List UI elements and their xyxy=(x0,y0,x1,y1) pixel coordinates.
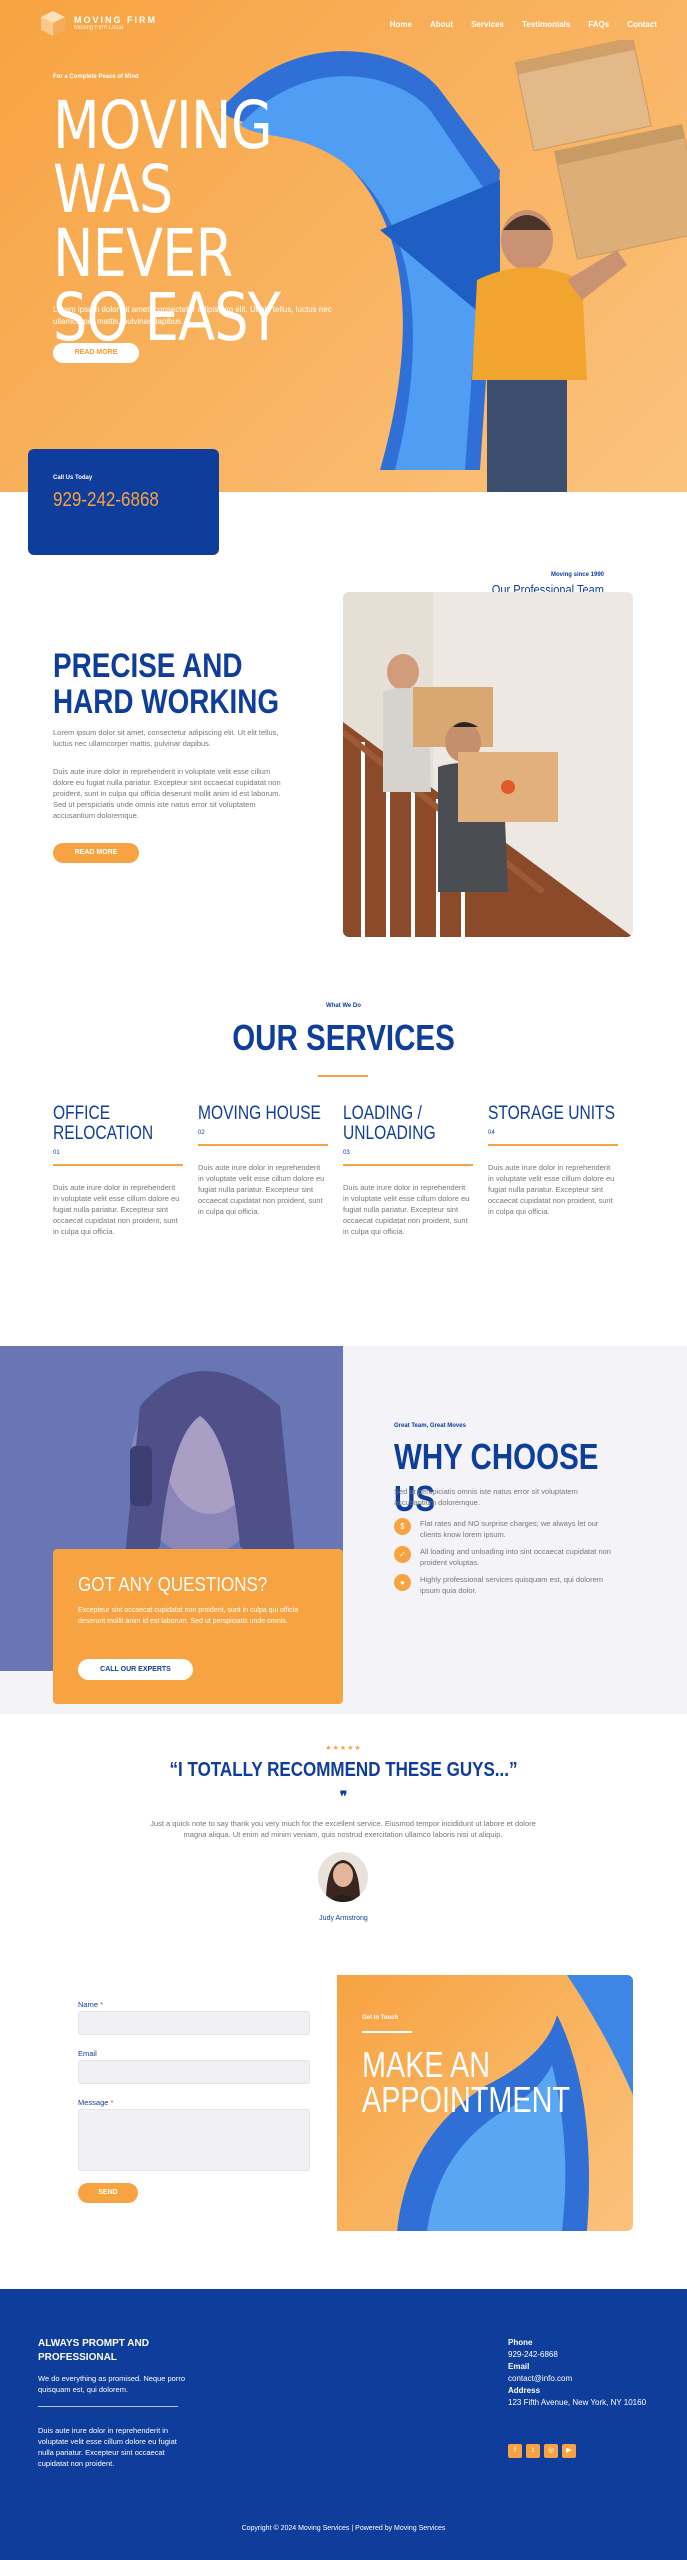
dollar-icon: $ xyxy=(394,1518,411,1535)
service-title: OFFICE RELOCATION xyxy=(53,1103,154,1144)
youtube-icon[interactable]: ▶ xyxy=(562,2444,576,2458)
why-eyebrow: Great Team, Great Moves xyxy=(394,1423,466,1429)
footer-title: ALWAYS PROMPT AND PROFESSIONAL xyxy=(38,2338,149,2363)
hero-mover-image xyxy=(472,40,687,492)
brand-tagline: Moving Firm Local xyxy=(74,25,124,31)
service-description: Duis aute irure dolor in reprehenderit i… xyxy=(198,1163,325,1216)
service-description: Duis aute irure dolor in reprehenderit i… xyxy=(53,1183,180,1236)
why-item: $ Flat rates and NO surprise charges; we… xyxy=(394,1518,614,1540)
user-icon: ● xyxy=(394,1574,411,1591)
check-icon: ✓ xyxy=(394,1546,411,1563)
hero-eyebrow: For a Complete Peace of Mind xyxy=(53,74,139,80)
twitter-icon[interactable]: t xyxy=(526,2444,540,2458)
service-divider xyxy=(488,1144,618,1146)
why-item-text: All loading and unloading into sint occa… xyxy=(420,1547,611,1567)
logo-box-icon xyxy=(41,11,65,36)
hero-section: MOVING FIRM Moving Firm Local Home About… xyxy=(0,0,687,492)
footer-divider xyxy=(38,2406,178,2407)
service-number: 04 xyxy=(488,1130,495,1136)
service-number: 02 xyxy=(198,1130,205,1136)
testimonial-text: Just a quick note to say thank you very … xyxy=(150,1819,536,1839)
call-experts-button[interactable]: CALL OUR EXPERTS xyxy=(78,1659,193,1680)
name-field[interactable] xyxy=(78,2011,310,2035)
main-nav: Home About Services Testimonials FAQs Co… xyxy=(390,20,657,29)
service-title: MOVING HOUSE xyxy=(198,1103,321,1124)
appointment-divider xyxy=(362,2031,412,2033)
brand-name: MOVING FIRM xyxy=(74,15,157,25)
footer-phone-label: Phone xyxy=(508,2338,533,2347)
service-divider xyxy=(198,1144,328,1146)
about-paragraph-2: Duis aute irure dolor in reprehenderit i… xyxy=(53,767,281,820)
footer-address: 123 Fifth Avenue, New York, NY 10160 xyxy=(508,2398,647,2407)
copyright: Copyright © 2024 Moving Services | Power… xyxy=(241,2525,446,2532)
hero-description: Lorem ipsum dolor sit amet, consectetur … xyxy=(53,305,332,326)
service-card: OFFICE RELOCATION 01 Duis aute irure dol… xyxy=(53,1104,183,1237)
email-label: Email xyxy=(78,2049,97,2058)
name-label: Name * xyxy=(78,2000,104,2009)
footer-email[interactable]: contact@info.com xyxy=(508,2373,572,2385)
since-label: Moving since 1990 xyxy=(550,572,604,578)
email-field[interactable] xyxy=(78,2060,310,2084)
service-card: LOADING / UNLOADING 03 Duis aute irure d… xyxy=(343,1104,473,1237)
why-item: ✓ All loading and unloading into sint oc… xyxy=(394,1546,614,1568)
services-eyebrow: What We Do xyxy=(326,1003,361,1009)
nav-testimonials[interactable]: Testimonials xyxy=(522,20,570,29)
appointment-title: MAKE AN APPOINTMENT xyxy=(362,2044,571,2120)
about-title: PRECISE AND HARD WORKING xyxy=(53,647,280,721)
call-us-label: Call Us Today xyxy=(53,475,93,481)
social-links: f t ◎ ▶ xyxy=(508,2444,576,2458)
service-title: STORAGE UNITS xyxy=(488,1103,615,1124)
service-number: 01 xyxy=(53,1150,60,1156)
logo[interactable]: MOVING FIRM Moving Firm Local xyxy=(38,8,157,38)
service-description: Duis aute irure dolor in reprehenderit i… xyxy=(343,1183,470,1236)
footer-description-2: Duis aute irure dolor in reprehenderit i… xyxy=(38,2426,177,2468)
service-card: MOVING HOUSE 02 Duis aute irure dolor in… xyxy=(198,1104,328,1217)
testimonial-title: “I TOTALLY RECOMMEND THESE GUYS...” xyxy=(169,1759,518,1781)
appointment-panel: Get In Touch MAKE AN APPOINTMENT xyxy=(337,1975,633,2231)
nav-services[interactable]: Services xyxy=(471,20,504,29)
nav-about[interactable]: About xyxy=(430,20,453,29)
nav-contact[interactable]: Contact xyxy=(627,20,657,29)
service-description: Duis aute irure dolor in reprehenderit i… xyxy=(488,1163,615,1216)
why-item-text: Highly professional services quisquam es… xyxy=(420,1575,604,1595)
movers-on-stairs-image xyxy=(343,592,633,937)
service-title: LOADING / UNLOADING xyxy=(343,1103,436,1144)
avatar xyxy=(318,1852,368,1902)
footer: ALWAYS PROMPT AND PROFESSIONAL We do eve… xyxy=(0,2289,687,2560)
message-label: Message * xyxy=(78,2098,114,2107)
send-button[interactable]: SEND xyxy=(78,2183,138,2203)
facebook-icon[interactable]: f xyxy=(508,2444,522,2458)
contact-form: Name * Email Message * SEND xyxy=(53,1975,337,2231)
services-title: OUR SERVICES xyxy=(232,1017,455,1058)
nav-faqs[interactable]: FAQs xyxy=(588,20,609,29)
footer-description: We do everything as promised. Neque porr… xyxy=(38,2374,186,2394)
message-field[interactable] xyxy=(78,2109,310,2171)
questions-card: GOT ANY QUESTIONS? Excepteur sint occaec… xyxy=(53,1549,343,1704)
questions-title: GOT ANY QUESTIONS? xyxy=(78,1574,268,1596)
instagram-icon[interactable]: ◎ xyxy=(544,2444,558,2458)
why-description: Sed ut perspiciatis omnis iste natus err… xyxy=(394,1487,578,1507)
services-divider xyxy=(318,1075,368,1077)
why-item-text: Flat rates and NO surprise charges; we a… xyxy=(420,1519,599,1539)
testimonial-author: Judy Armstrong xyxy=(319,1915,368,1922)
rating-stars: ★★★★★ xyxy=(325,1745,362,1752)
service-card: STORAGE UNITS 04 Duis aute irure dolor i… xyxy=(488,1104,618,1217)
call-us-phone[interactable]: 929-242-6868 xyxy=(53,489,159,512)
service-divider xyxy=(343,1164,473,1166)
service-divider xyxy=(53,1164,183,1166)
appointment-eyebrow: Get In Touch xyxy=(362,2015,399,2021)
nav-home[interactable]: Home xyxy=(390,20,412,29)
about-paragraph-1: Lorem ipsum dolor sit amet, consectetur … xyxy=(53,728,279,748)
quote-icon: ❞ xyxy=(339,1788,348,1804)
about-read-more-button[interactable]: READ MORE xyxy=(53,843,139,863)
hero-read-more-button[interactable]: READ MORE xyxy=(53,343,139,363)
service-number: 03 xyxy=(343,1150,350,1156)
questions-description: Excepteur sint occaecat cupidatat non pr… xyxy=(78,1607,299,1625)
why-item: ● Highly professional services quisquam … xyxy=(394,1574,614,1596)
footer-phone[interactable]: 929-242-6868 xyxy=(508,2349,558,2361)
footer-address-label: Address xyxy=(508,2386,541,2395)
call-us-card[interactable]: Call Us Today 929-242-6868 xyxy=(28,449,219,555)
footer-email-label: Email xyxy=(508,2362,530,2371)
